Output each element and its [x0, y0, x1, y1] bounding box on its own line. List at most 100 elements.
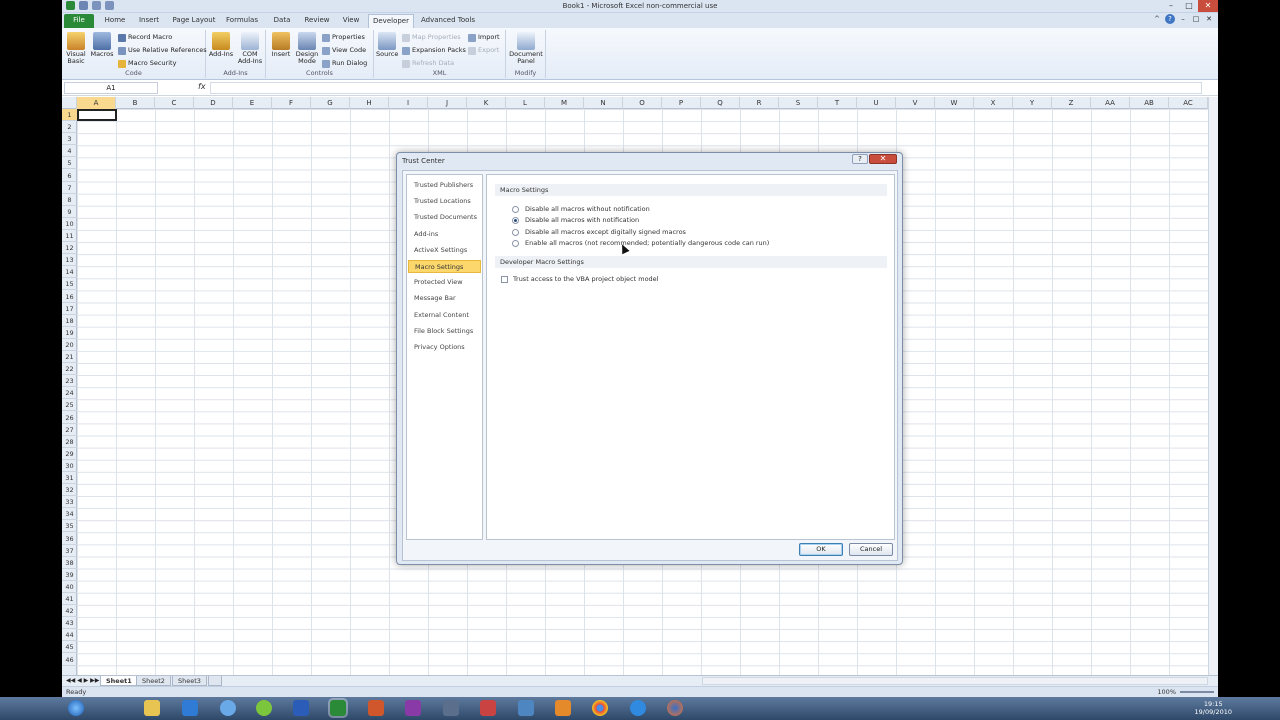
tab-page-layout[interactable]: Page Layout [170, 14, 218, 28]
row-header[interactable]: 24 [62, 387, 77, 400]
nav-item-trusted-publishers[interactable]: Trusted Publishers [408, 179, 481, 192]
active-cell[interactable] [77, 109, 117, 121]
row-header[interactable]: 12 [62, 242, 77, 255]
tab-review[interactable]: Review [300, 14, 334, 28]
column-header[interactable]: Y [1013, 97, 1052, 109]
column-header[interactable]: U [857, 97, 896, 109]
chrome-icon[interactable] [592, 700, 608, 716]
explorer-icon[interactable] [144, 700, 160, 716]
nav-item-privacy-options[interactable]: Privacy Options [408, 341, 481, 354]
window-close-icon[interactable]: ✕ [1204, 14, 1214, 24]
nav-item-message-bar[interactable]: Message Bar [408, 292, 481, 305]
source-button[interactable]: Source [376, 32, 398, 58]
properties-button[interactable]: Properties [322, 32, 365, 43]
close-button[interactable]: ✕ [1198, 0, 1218, 12]
firefox-icon[interactable] [667, 700, 683, 716]
row-header[interactable]: 42 [62, 605, 77, 618]
column-header[interactable]: N [584, 97, 623, 109]
insert-function-icon[interactable]: fx [198, 82, 206, 91]
row-header[interactable]: 17 [62, 303, 77, 315]
row-header[interactable]: 6 [62, 170, 77, 182]
column-header[interactable]: S [779, 97, 818, 109]
row-header[interactable]: 43 [62, 617, 77, 630]
window-minimize-icon[interactable]: – [1178, 14, 1188, 24]
row-header[interactable]: 14 [62, 266, 77, 279]
expansion-packs-button[interactable]: Expansion Packs [402, 45, 466, 56]
row-header[interactable]: 45 [62, 641, 77, 654]
minimize-button[interactable]: – [1162, 0, 1180, 12]
nav-item-activex-settings[interactable]: ActiveX Settings [408, 244, 481, 257]
macros-button[interactable]: Macros [89, 32, 115, 58]
name-box[interactable]: A1 [64, 82, 158, 94]
cancel-button[interactable]: Cancel [849, 543, 893, 556]
app-icon-tools[interactable] [443, 700, 459, 716]
taskbar-clock[interactable]: 19:15 19/09/2010 [1195, 700, 1232, 716]
add-ins-button[interactable]: Add-Ins [208, 32, 234, 58]
excel-taskbar-icon[interactable] [330, 700, 346, 716]
row-header[interactable]: 30 [62, 460, 77, 472]
start-orb-icon[interactable] [68, 700, 84, 716]
trust-vba-checkbox[interactable]: Trust access to the VBA project object m… [501, 274, 658, 284]
tab-home[interactable]: Home [100, 14, 130, 28]
relative-references-button[interactable]: Use Relative References [118, 45, 207, 56]
row-header[interactable]: 16 [62, 291, 77, 303]
column-header[interactable]: D [194, 97, 233, 109]
dialog-help-button[interactable]: ? [852, 154, 868, 164]
row-header[interactable]: 10 [62, 218, 77, 230]
record-macro-button[interactable]: Record Macro [118, 32, 172, 43]
row-header[interactable]: 13 [62, 254, 77, 267]
refresh-data-button[interactable]: Refresh Data [402, 58, 454, 69]
row-header[interactable]: 19 [62, 327, 77, 339]
column-header[interactable]: G [311, 97, 350, 109]
tab-insert[interactable]: Insert [134, 14, 164, 28]
radio-enable-all-macros[interactable]: Enable all macros (not recommended; pote… [512, 238, 769, 248]
macro-security-button[interactable]: Macro Security [118, 58, 176, 69]
app-icon-screen[interactable] [518, 700, 534, 716]
row-header[interactable]: 21 [62, 351, 77, 363]
tab-formulas[interactable]: Formulas [224, 14, 260, 28]
view-code-button[interactable]: View Code [322, 45, 366, 56]
row-header[interactable]: 41 [62, 593, 77, 605]
tab-data[interactable]: Data [268, 14, 296, 28]
nav-item-protected-view[interactable]: Protected View [408, 276, 481, 289]
row-header[interactable]: 25 [62, 399, 77, 412]
row-header[interactable]: 44 [62, 629, 77, 642]
vertical-scrollbar[interactable] [1208, 97, 1218, 675]
radio-disable-except-signed[interactable]: Disable all macros except digitally sign… [512, 227, 686, 237]
app-icon-blue[interactable] [182, 700, 198, 716]
row-header[interactable]: 2 [62, 121, 77, 134]
row-header[interactable]: 15 [62, 278, 77, 291]
nav-item-add-ins[interactable]: Add-ins [408, 228, 481, 241]
column-header[interactable]: AA [1091, 97, 1130, 109]
window-restore-icon[interactable]: □ [1191, 14, 1201, 24]
row-header[interactable]: 3 [62, 133, 77, 146]
row-header[interactable]: 28 [62, 436, 77, 448]
run-dialog-button[interactable]: Run Dialog [322, 58, 367, 69]
column-header[interactable]: H [350, 97, 389, 109]
export-button[interactable]: Export [468, 45, 499, 56]
map-properties-button[interactable]: Map Properties [402, 32, 461, 43]
row-header[interactable]: 32 [62, 484, 77, 497]
insert-sheet-icon[interactable] [208, 676, 222, 686]
dialog-close-button[interactable]: ✕ [869, 154, 897, 164]
tab-file[interactable]: File [64, 14, 94, 28]
import-button[interactable]: Import [468, 32, 500, 43]
formula-input[interactable] [210, 82, 1202, 94]
minimize-ribbon-icon[interactable]: ^ [1152, 14, 1162, 24]
row-header[interactable]: 29 [62, 448, 77, 460]
row-header[interactable]: 22 [62, 363, 77, 376]
radio-disable-without-notification[interactable]: Disable all macros without notification [512, 204, 650, 214]
column-header[interactable]: A [77, 97, 116, 109]
column-header[interactable]: L [506, 97, 545, 109]
column-header[interactable]: Z [1052, 97, 1091, 109]
horizontal-scrollbar[interactable] [702, 677, 1208, 685]
row-header[interactable]: 31 [62, 472, 77, 484]
design-mode-button[interactable]: Design Mode [294, 32, 320, 65]
itunes-icon[interactable] [220, 700, 236, 716]
column-header[interactable]: E [233, 97, 272, 109]
select-all-corner[interactable] [62, 97, 77, 109]
insert-control-button[interactable]: Insert [270, 32, 292, 58]
row-header[interactable]: 36 [62, 533, 77, 545]
tab-advanced-tools[interactable]: Advanced Tools [418, 14, 478, 28]
column-header[interactable]: P [662, 97, 701, 109]
